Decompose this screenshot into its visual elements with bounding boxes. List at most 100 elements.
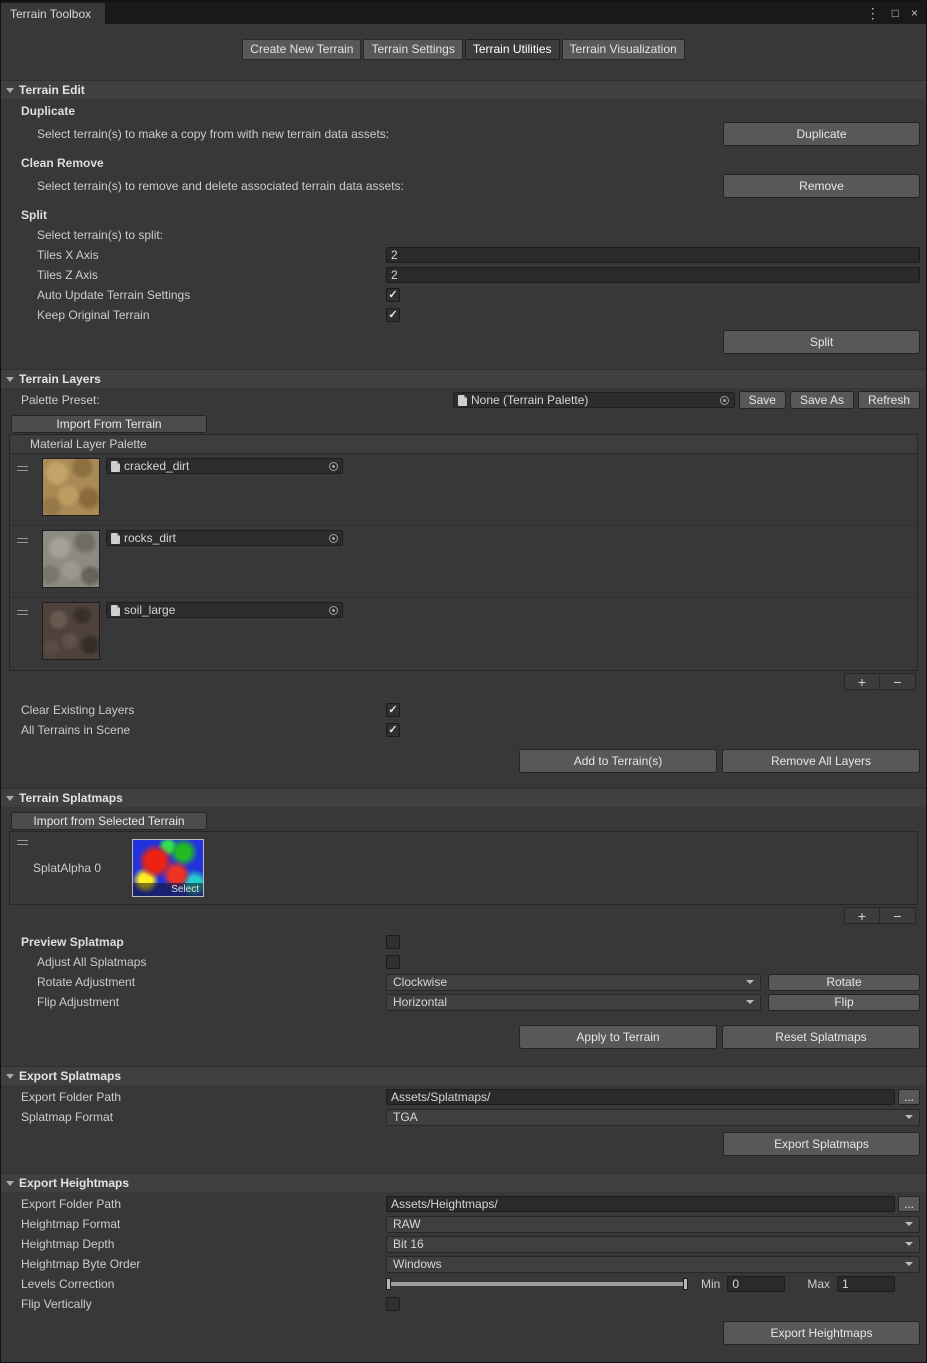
window-controls: ⋮ □ ×	[866, 1, 918, 24]
remove-button[interactable]: Remove	[723, 174, 920, 198]
splatmap-thumbnail[interactable]: Select	[132, 839, 204, 897]
slider-track[interactable]	[391, 1282, 683, 1286]
import-from-terrain-button[interactable]: Import From Terrain	[11, 415, 207, 433]
tiles-z-label: Tiles Z Axis	[1, 268, 386, 282]
import-from-selected-terrain-button[interactable]: Import from Selected Terrain	[11, 812, 207, 830]
layer-thumbnail-soil-large[interactable]	[42, 602, 100, 660]
heightmap-depth-dropdown[interactable]: Bit 16	[386, 1236, 920, 1253]
flip-button[interactable]: Flip	[768, 994, 920, 1011]
add-to-terrains-button[interactable]: Add to Terrain(s)	[519, 749, 717, 773]
levels-min-input[interactable]	[727, 1276, 785, 1292]
levels-max-input[interactable]	[837, 1276, 895, 1292]
heightmap-depth-value: Bit 16	[393, 1237, 424, 1251]
heightmap-format-value: RAW	[393, 1217, 421, 1231]
export-heightmaps-foldout[interactable]: Export Heightmaps	[1, 1173, 926, 1192]
splatmap-format-label: Splatmap Format	[1, 1110, 386, 1124]
select-overlay-label[interactable]: Select	[133, 883, 203, 896]
layer-name: cracked_dirt	[124, 459, 189, 473]
section-title: Terrain Layers	[19, 372, 101, 386]
slider-max-handle[interactable]	[683, 1278, 688, 1290]
export-splatmaps-foldout[interactable]: Export Splatmaps	[1, 1066, 926, 1085]
splatmap-format-dropdown[interactable]: TGA	[386, 1109, 920, 1126]
reset-splatmaps-button[interactable]: Reset Splatmaps	[722, 1025, 920, 1049]
levels-correction-slider[interactable]	[386, 1278, 688, 1290]
maximize-icon[interactable]: □	[892, 7, 899, 19]
menu-icon[interactable]: ⋮	[866, 6, 880, 20]
max-label: Max	[807, 1277, 830, 1291]
layer-name: soil_large	[124, 603, 175, 617]
remove-splatmap-button[interactable]: −	[880, 908, 915, 923]
duplicate-button[interactable]: Duplicate	[723, 122, 920, 146]
flip-adjustment-dropdown[interactable]: Horizontal	[386, 994, 761, 1011]
apply-to-terrain-button[interactable]: Apply to Terrain	[519, 1025, 717, 1049]
terrain-toolbox-window: Terrain Toolbox ⋮ □ × Create New Terrain…	[0, 0, 927, 1363]
split-description: Select terrain(s) to split:	[1, 228, 386, 242]
section-title: Terrain Splatmaps	[19, 791, 123, 805]
chevron-down-icon	[905, 1242, 913, 1246]
refresh-button[interactable]: Refresh	[858, 391, 920, 409]
tab-create-new-terrain[interactable]: Create New Terrain	[242, 39, 361, 60]
splatmap-export-folder-input[interactable]	[386, 1089, 895, 1105]
drag-handle-icon[interactable]	[17, 466, 28, 471]
layer-object-field[interactable]: rocks_dirt	[106, 530, 343, 546]
object-picker-icon[interactable]	[716, 393, 734, 407]
all-terrains-in-scene-checkbox[interactable]	[386, 723, 400, 737]
drag-handle-icon[interactable]	[17, 840, 28, 845]
palette-preset-field[interactable]: None (Terrain Palette)	[453, 392, 735, 408]
export-splatmaps-button[interactable]: Export Splatmaps	[723, 1132, 920, 1156]
layer-row-soil-large: soil_large	[10, 598, 917, 670]
remove-layer-button[interactable]: −	[880, 674, 915, 689]
chevron-down-icon	[746, 1000, 754, 1004]
remove-all-layers-button[interactable]: Remove All Layers	[722, 749, 920, 773]
layer-thumbnail-rocks-dirt[interactable]	[42, 530, 100, 588]
adjust-all-splatmaps-label: Adjust All Splatmaps	[1, 955, 386, 969]
browse-folder-button[interactable]: ...	[898, 1196, 920, 1212]
clean-remove-description: Select terrain(s) to remove and delete a…	[1, 179, 386, 193]
drag-handle-icon[interactable]	[17, 538, 28, 543]
heightmap-format-dropdown[interactable]: RAW	[386, 1216, 920, 1233]
export-heightmaps-button[interactable]: Export Heightmaps	[723, 1321, 920, 1345]
rotate-button[interactable]: Rotate	[768, 974, 920, 991]
window-tab-terrain-toolbox[interactable]: Terrain Toolbox	[1, 3, 105, 24]
object-picker-icon[interactable]	[324, 531, 342, 545]
browse-folder-button[interactable]: ...	[898, 1089, 920, 1105]
drag-handle-icon[interactable]	[17, 610, 28, 615]
keep-original-checkbox[interactable]	[386, 308, 400, 322]
terrain-edit-foldout[interactable]: Terrain Edit	[1, 80, 926, 99]
save-as-button[interactable]: Save As	[790, 391, 854, 409]
tiles-z-input[interactable]	[386, 267, 920, 283]
layer-object-field[interactable]: soil_large	[106, 602, 343, 618]
asset-icon	[111, 461, 120, 472]
layer-object-field[interactable]: cracked_dirt	[106, 458, 343, 474]
terrain-splatmaps-foldout[interactable]: Terrain Splatmaps	[1, 788, 926, 807]
auto-update-checkbox[interactable]	[386, 288, 400, 302]
heightmap-byte-order-dropdown[interactable]: Windows	[386, 1256, 920, 1273]
tiles-x-input[interactable]	[386, 247, 920, 263]
object-picker-icon[interactable]	[324, 603, 342, 617]
add-splatmap-button[interactable]: +	[845, 908, 880, 923]
save-button[interactable]: Save	[739, 391, 786, 409]
flip-vertically-checkbox[interactable]	[386, 1297, 400, 1311]
section-title: Export Heightmaps	[19, 1176, 129, 1190]
tab-terrain-visualization[interactable]: Terrain Visualization	[562, 39, 685, 60]
adjust-all-splatmaps-checkbox[interactable]	[386, 955, 400, 969]
object-picker-icon[interactable]	[324, 459, 342, 473]
rotate-adjustment-dropdown[interactable]: Clockwise	[386, 974, 761, 991]
flip-vertically-label: Flip Vertically	[1, 1297, 386, 1311]
tab-terrain-settings[interactable]: Terrain Settings	[363, 39, 462, 60]
clear-existing-layers-checkbox[interactable]	[386, 703, 400, 717]
rotate-adjustment-value: Clockwise	[393, 975, 447, 989]
levels-correction-label: Levels Correction	[1, 1277, 386, 1291]
terrain-layers-foldout[interactable]: Terrain Layers	[1, 369, 926, 388]
close-icon[interactable]: ×	[911, 7, 918, 19]
heightmap-export-folder-input[interactable]	[386, 1196, 895, 1212]
tab-terrain-utilities[interactable]: Terrain Utilities	[465, 39, 560, 60]
splat-alpha-label: SplatAlpha 0	[33, 861, 132, 875]
split-button[interactable]: Split	[723, 330, 920, 354]
preview-splatmap-checkbox[interactable]	[386, 935, 400, 949]
material-layer-palette-header: Material Layer Palette	[10, 435, 917, 454]
layer-thumbnail-cracked-dirt[interactable]	[42, 458, 100, 516]
add-layer-button[interactable]: +	[845, 674, 880, 689]
asset-icon	[111, 605, 120, 616]
flip-adjustment-label: Flip Adjustment	[1, 995, 386, 1009]
